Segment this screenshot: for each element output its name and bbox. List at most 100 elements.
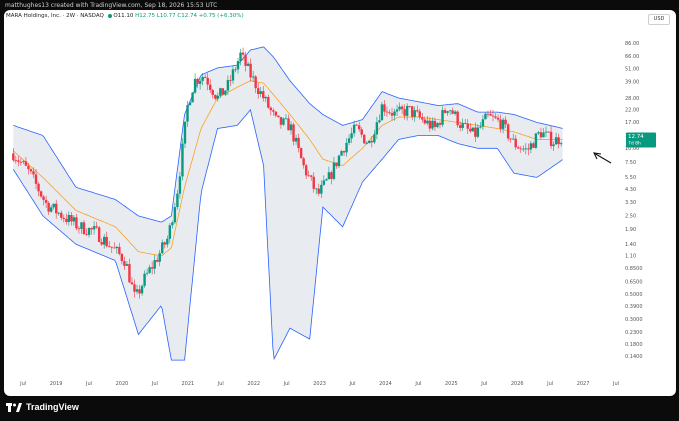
time-tick-label: 2022 [247, 381, 260, 387]
bar-countdown: 7d 8h [628, 141, 641, 147]
candle-body [299, 148, 303, 159]
candle-body [55, 203, 58, 214]
candle-body [39, 191, 43, 197]
price-axis[interactable]: 86.0066.0051.0039.0028.0022.0017.0013.00… [625, 41, 643, 360]
candle-body [534, 133, 538, 148]
candle-body [509, 138, 512, 140]
candle-body [405, 106, 409, 116]
candle-body [108, 246, 111, 247]
candle-body [284, 118, 288, 120]
candle-body [256, 88, 260, 95]
candle-body [549, 131, 553, 147]
time-tick-label: Jul [151, 381, 158, 387]
candle-body [42, 196, 45, 200]
candle-body [544, 131, 548, 133]
candle-body [512, 138, 515, 140]
price-tick-label: 0.8500 [625, 266, 643, 272]
candle-body [236, 61, 240, 70]
candle-body [484, 113, 487, 120]
time-axis[interactable]: Jul 2019 Jul 2020 Jul 2021 Jul 2022 Jul 2023 Jul 20… [19, 381, 619, 387]
time-tick-label: Jul [612, 381, 619, 387]
price-tick-label: 0.3900 [625, 304, 643, 310]
candle-body [181, 143, 184, 177]
candle-body [451, 110, 454, 114]
candle-body [72, 217, 76, 222]
candle-body [418, 111, 421, 118]
candle-body [133, 284, 136, 292]
time-tick-label: Jul [19, 381, 26, 387]
price-tick-label: 0.3000 [625, 317, 643, 323]
time-tick-label: 2024 [379, 381, 392, 387]
time-tick-label: Jul [283, 381, 290, 387]
candle-body [426, 120, 429, 124]
candle-body [547, 131, 550, 133]
price-tick-label: 28.00 [625, 96, 639, 102]
candle-body [166, 238, 169, 245]
candle-body [393, 111, 396, 116]
time-tick-label: Jul [546, 381, 553, 387]
candle-body [267, 96, 270, 108]
candle-body [416, 110, 419, 112]
candle-body [186, 105, 189, 122]
market-status-dot-icon [107, 13, 112, 18]
candle-body [244, 54, 247, 66]
candle-body [158, 253, 161, 262]
candle-body [304, 165, 308, 176]
candle-body [198, 80, 202, 84]
candle-body [161, 242, 164, 254]
price-tick-label: 1.10 [625, 254, 636, 260]
candle-body [163, 242, 166, 245]
candle-body [115, 246, 119, 249]
candle-body [92, 226, 96, 230]
candle-body [29, 169, 33, 172]
candle-body [522, 148, 525, 150]
price-tick-label: 4.30 [625, 187, 636, 193]
candle-body [264, 96, 267, 99]
candle-body [363, 134, 366, 144]
candle-body [75, 217, 78, 229]
price-tick-label: 22.00 [625, 108, 639, 114]
candle-body [193, 78, 197, 93]
candle-body [383, 104, 386, 112]
candle-body [130, 282, 134, 285]
candle-body [330, 172, 333, 179]
candle-body [65, 218, 68, 222]
candle-body [148, 267, 151, 273]
candle-body [388, 112, 391, 114]
candle-body [282, 118, 285, 125]
candle-body [67, 215, 71, 222]
candle-body [57, 212, 60, 214]
candle-body [292, 124, 295, 142]
ohlc-close: C12.74 [177, 13, 197, 19]
tradingview-footer[interactable]: TradingView [6, 402, 79, 413]
price-chart[interactable]: 86.0066.0051.0039.0028.0022.0017.0013.00… [4, 24, 672, 394]
candle-body [448, 110, 452, 112]
candle-body [246, 63, 250, 66]
candle-body [17, 160, 20, 162]
candle-body [100, 241, 103, 245]
candle-body [433, 120, 437, 128]
symbol-name[interactable]: MARA Holdings, Inc. · 2W · NASDAQ [6, 13, 104, 19]
candle-body [118, 246, 121, 254]
candle-body [153, 260, 156, 269]
candle-body [479, 126, 482, 128]
candle-body [44, 199, 48, 203]
time-tick-label: 2025 [445, 381, 458, 387]
candle-body [559, 143, 563, 145]
candle-body [378, 120, 381, 123]
price-tick-label: 0.5000 [625, 292, 643, 298]
candle-body [340, 151, 343, 156]
candle-body [145, 272, 149, 274]
candle-body [120, 253, 124, 262]
candle-body [37, 183, 40, 192]
candle-body [481, 119, 485, 127]
candle-body [456, 111, 459, 126]
candle-body [517, 147, 520, 149]
candle-body [398, 106, 401, 110]
candle-body [90, 228, 93, 230]
candle-body [214, 94, 217, 99]
tradingview-logo-icon [6, 403, 22, 413]
ohlc-high: H12.75 [135, 13, 156, 19]
candle-body [446, 111, 449, 113]
price-tick-label: 17.00 [625, 120, 639, 126]
